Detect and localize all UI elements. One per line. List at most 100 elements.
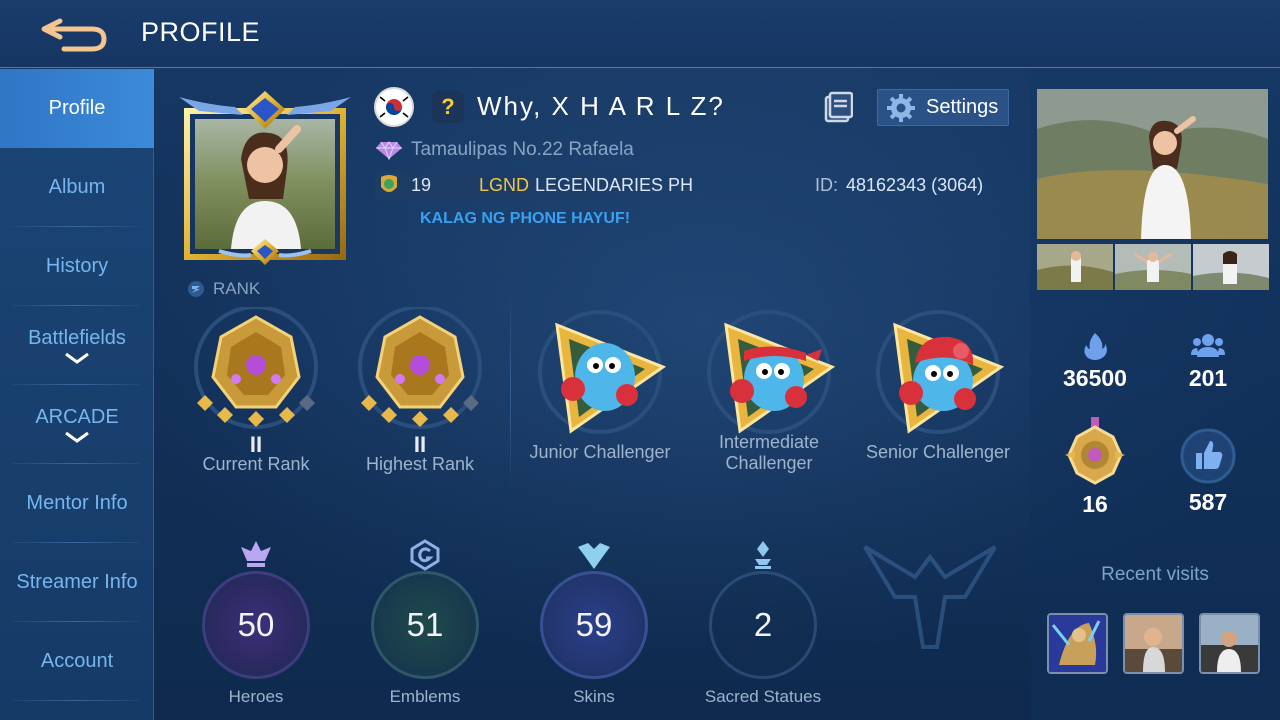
photo-thumbnail[interactable] (1193, 244, 1269, 290)
main-content: ? Why, X H A R L Z? Settings Tamaulipas … (155, 69, 1030, 720)
stat-caption: Skins (573, 687, 615, 706)
challenger-mascot-icon (707, 310, 836, 434)
badge-caption: Highest Rank (365, 454, 475, 474)
photo-thumbnail[interactable] (1037, 244, 1113, 290)
likes-stat[interactable]: 587 (1148, 427, 1268, 516)
mythic-rank-icon (194, 305, 318, 429)
sidebar-item-album[interactable]: Album (0, 148, 154, 227)
chevron-down-icon (65, 431, 89, 443)
senior-challenger-badge[interactable]: Senior Challenger (853, 307, 1023, 463)
emblem-icon (410, 539, 440, 571)
cover-photo[interactable] (1037, 89, 1268, 239)
sidebar-item-label: Streamer Info (16, 571, 138, 593)
followers-stat[interactable]: 201 (1148, 331, 1268, 392)
sidebar-item-account[interactable]: Account (0, 622, 154, 701)
photo-thumbnail[interactable] (1115, 244, 1191, 290)
gear-icon (887, 93, 915, 122)
current-rank-badge[interactable]: II Current Rank (171, 305, 341, 475)
squad-level: 19 (411, 174, 432, 195)
top-bar: PROFILE (0, 0, 1280, 68)
thumbs-up-icon (1180, 428, 1236, 484)
badge-caption: Junior Challenger (529, 442, 671, 462)
stat-caption: Emblems (389, 687, 461, 706)
medal-icon (1065, 417, 1125, 485)
chevron-down-icon (65, 352, 89, 364)
sidebar-item-label: Account (40, 650, 114, 672)
sidebar-item-streamer-info[interactable]: Streamer Info (0, 543, 154, 622)
sidebar: Profile Album History Battlefields ARCAD… (0, 69, 154, 720)
skins-count: 59 (575, 606, 613, 643)
player-id-label: ID: (815, 175, 839, 195)
album-icon (824, 91, 854, 123)
sidebar-item-mentor-info[interactable]: Mentor Info (0, 464, 154, 543)
sidebar-item-label: Battlefields (28, 327, 126, 349)
rank-tier: II (249, 432, 263, 457)
sacred-statues-stat[interactable]: 2 Sacred Statues (693, 535, 833, 707)
stat-caption: Sacred Statues (704, 687, 822, 706)
mythic-rank-icon (358, 305, 482, 429)
recent-visitor-avatar[interactable] (1199, 613, 1260, 674)
badge-caption: Senior Challenger (865, 442, 1011, 462)
album-button[interactable] (823, 91, 855, 125)
intermediate-challenger-badge[interactable]: Intermediate Challenger (684, 307, 854, 474)
rank-tier: II (413, 432, 427, 457)
badge-caption: Current Rank (202, 454, 310, 474)
sidebar-item-battlefields[interactable]: Battlefields (0, 306, 154, 385)
country-flag-icon (374, 87, 414, 127)
sidebar-item-label: Profile (48, 97, 106, 119)
divider (510, 284, 511, 494)
player-id-value: 48162343 (3064) (846, 175, 984, 195)
settings-label: Settings (926, 96, 999, 118)
sidebar-item-arcade[interactable]: ARCADE (0, 385, 154, 464)
sidebar-item-label: Album (48, 176, 106, 198)
popularity-value: 36500 (1063, 365, 1127, 391)
heroes-stat[interactable]: 50 Heroes (186, 535, 326, 707)
sidebar-item-label: Mentor Info (26, 492, 128, 514)
highest-rank-badge[interactable]: II Highest Rank (335, 305, 505, 475)
recent-visits-label: Recent visits (1101, 564, 1209, 585)
location-text: Tamaulipas No.22 Rafaela (411, 139, 634, 160)
skins-icon (578, 543, 610, 569)
challenger-mascot-icon (538, 310, 667, 434)
back-arrow-icon (41, 18, 107, 52)
squad-info[interactable]: 19 LGND LEGENDARIES PH (375, 171, 725, 199)
rank-section-label: RANK (187, 279, 260, 299)
settings-button[interactable]: Settings (877, 89, 1009, 126)
location: Tamaulipas No.22 Rafaela (375, 139, 634, 161)
challenger-mascot-icon (876, 310, 1005, 434)
squad-emblem-icon (381, 175, 397, 192)
avatar[interactable] (179, 89, 351, 269)
popularity-stat[interactable]: 36500 (1035, 331, 1155, 392)
medals-stat[interactable]: 16 (1035, 415, 1155, 518)
rank-label-text: RANK (213, 279, 261, 298)
emblems-stat[interactable]: 51 Emblems (355, 535, 495, 707)
player-bio: KALAG NG PHONE HAYUF! (420, 210, 631, 227)
mystery-badge[interactable]: ? (432, 91, 464, 123)
right-panel: 36500 201 16 587 Recent visits (1030, 69, 1280, 720)
likes-value: 587 (1188, 489, 1228, 515)
page-title: PROFILE (141, 17, 261, 47)
followers-value: 201 (1188, 365, 1228, 391)
emblems-count: 51 (406, 606, 444, 643)
squad-tag: LGND (479, 174, 530, 195)
sidebar-item-profile[interactable]: Profile (0, 69, 154, 148)
followers-icon (1191, 334, 1225, 357)
rank-icon (188, 281, 204, 297)
sidebar-item-label: ARCADE (35, 406, 119, 428)
player-id: ID: 48162343 (3064) (815, 175, 983, 196)
badge-caption: Intermediate Challenger (718, 432, 820, 473)
sidebar-item-history[interactable]: History (0, 227, 154, 306)
heroes-icon (241, 541, 271, 567)
skins-stat[interactable]: 59 Skins (524, 535, 664, 707)
recent-visitor-avatar[interactable] (1047, 613, 1108, 674)
stat-caption: Heroes (228, 687, 284, 706)
medals-value: 16 (1082, 491, 1108, 517)
squad-name: LEGENDARIES PH (535, 174, 694, 195)
statues-count: 2 (753, 606, 773, 643)
flame-icon (1084, 333, 1107, 360)
diamond-icon (376, 141, 402, 160)
back-button[interactable] (30, 10, 114, 56)
junior-challenger-badge[interactable]: Junior Challenger (515, 307, 685, 463)
recent-visitor-avatar[interactable] (1123, 613, 1184, 674)
heroes-count: 50 (237, 606, 275, 643)
